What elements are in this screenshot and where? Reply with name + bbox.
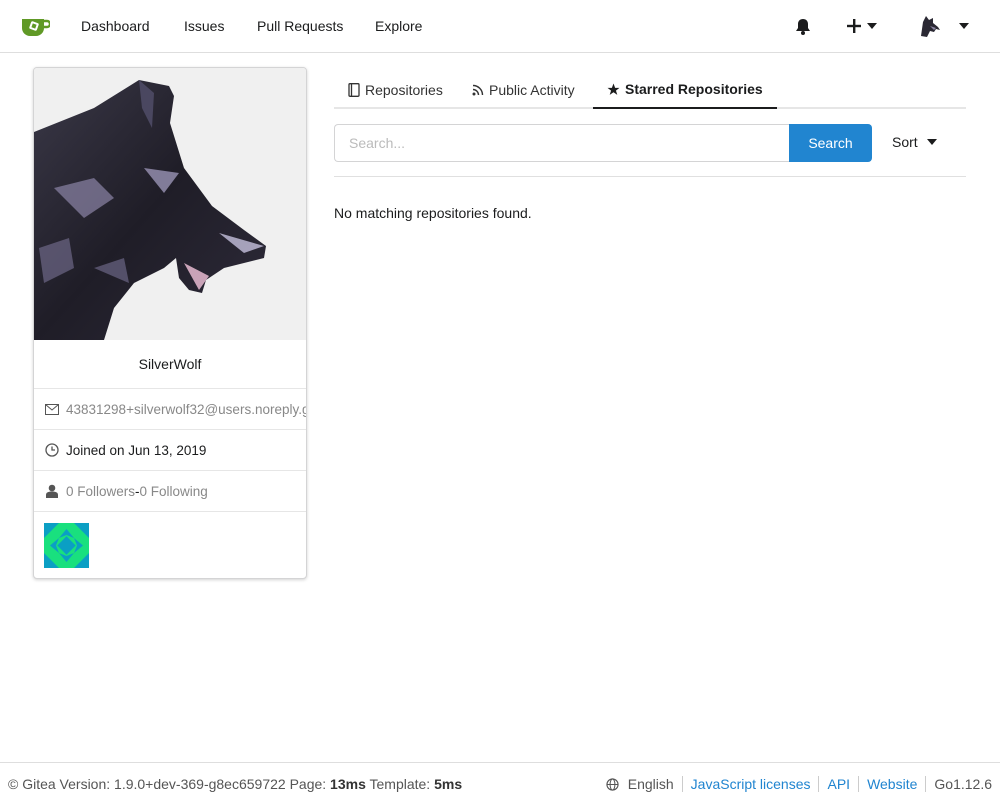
tab-repositories[interactable]: Repositories: [334, 71, 457, 109]
template-label: Template:: [365, 776, 435, 792]
profile-follow-row: 0 Followers - 0 Following: [34, 471, 306, 512]
profile-username: SilverWolf: [34, 340, 306, 389]
wolf-avatar-image: [34, 80, 266, 340]
footer-links: English JavaScript licenses API Website …: [606, 776, 992, 792]
go-version: Go1.12.6: [934, 776, 992, 792]
tab-label: Starred Repositories: [625, 81, 763, 97]
sort-dropdown[interactable]: Sort: [892, 134, 937, 150]
mail-icon: [44, 401, 60, 417]
website-link[interactable]: Website: [867, 776, 917, 792]
api-link[interactable]: API: [827, 776, 850, 792]
search-button[interactable]: Search: [789, 124, 872, 162]
version-text: © Gitea Version: 1.9.0+dev-369-g8ec65972…: [8, 776, 331, 792]
top-navbar: Dashboard Issues Pull Requests Explore: [0, 0, 1000, 53]
followers-link[interactable]: 0 Followers: [66, 484, 135, 499]
profile-email-row: 43831298+silverwolf32@users.noreply.gith…: [34, 389, 306, 430]
divider: [818, 776, 820, 792]
profile-avatar: [34, 68, 306, 340]
tab-label: Public Activity: [489, 82, 575, 98]
profile-card: SilverWolf 43831298+silverwolf32@users.n…: [33, 67, 307, 579]
divider: [681, 776, 683, 792]
star-icon: [607, 83, 620, 95]
tab-label: Repositories: [365, 82, 443, 98]
footer: © Gitea Version: 1.9.0+dev-369-g8ec65972…: [0, 762, 1000, 804]
chevron-down-icon: [867, 23, 877, 29]
profile-joined: Joined on Jun 13, 2019: [66, 442, 207, 458]
following-link[interactable]: 0 Following: [140, 484, 208, 499]
tab-starred-repositories[interactable]: Starred Repositories: [593, 71, 777, 109]
nav-dashboard[interactable]: Dashboard: [81, 18, 150, 34]
javascript-licenses-link[interactable]: JavaScript licenses: [691, 776, 811, 792]
plus-icon: [847, 19, 861, 33]
divider: [858, 776, 860, 792]
chevron-down-icon: [926, 139, 937, 145]
divider: [925, 776, 927, 792]
organization-avatar[interactable]: [44, 523, 89, 568]
profile-joined-row: Joined on Jun 13, 2019: [34, 430, 306, 471]
language-selector[interactable]: English: [606, 776, 674, 792]
gitea-logo-icon[interactable]: [20, 13, 50, 39]
chevron-down-icon: [959, 23, 969, 29]
language-label: English: [627, 776, 674, 792]
tab-public-activity[interactable]: Public Activity: [458, 71, 589, 109]
clock-icon: [44, 442, 60, 458]
book-icon: [348, 83, 360, 97]
user-menu[interactable]: [918, 12, 969, 40]
sort-label: Sort: [892, 134, 918, 150]
search-input[interactable]: [334, 124, 790, 162]
profile-email[interactable]: 43831298+silverwolf32@users.noreply.gith…: [66, 402, 306, 417]
empty-state-message: No matching repositories found.: [334, 205, 532, 221]
footer-version-info: © Gitea Version: 1.9.0+dev-369-g8ec65972…: [8, 776, 462, 792]
page-time: 13ms: [330, 776, 366, 792]
divider: [334, 176, 966, 177]
bell-icon: [796, 18, 810, 35]
template-time: 5ms: [434, 776, 463, 792]
nav-issues[interactable]: Issues: [184, 18, 224, 34]
nav-explore[interactable]: Explore: [375, 18, 422, 34]
create-menu[interactable]: [847, 12, 877, 40]
nav-pull-requests[interactable]: Pull Requests: [257, 18, 343, 34]
profile-tabs: Repositories Public Activity Starred Rep…: [334, 71, 966, 109]
rss-icon: [472, 84, 484, 96]
person-icon: [44, 483, 60, 499]
notifications-button[interactable]: [795, 12, 811, 40]
globe-icon: [606, 777, 619, 791]
user-avatar: [921, 16, 940, 37]
